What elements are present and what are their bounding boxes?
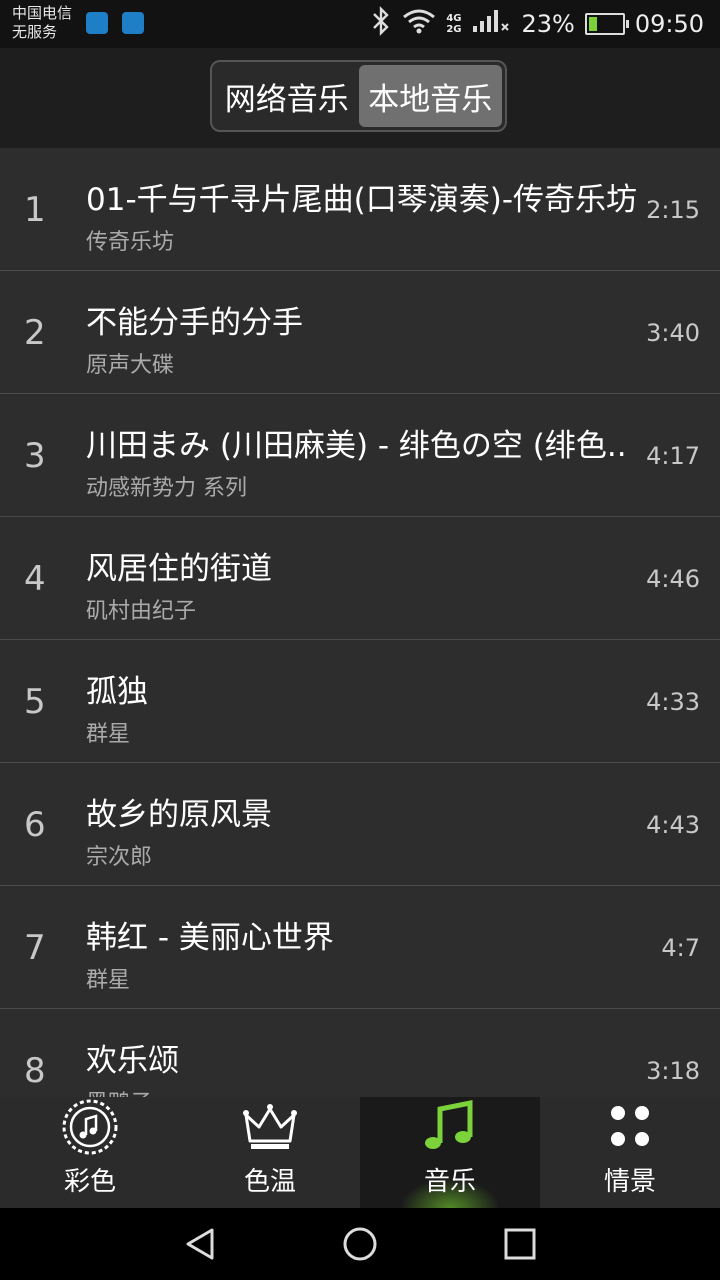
music-face-icon bbox=[62, 1099, 118, 1155]
battery-percent: 23% bbox=[521, 10, 575, 38]
song-index: 3 bbox=[24, 436, 46, 476]
song-duration: 4:33 bbox=[646, 688, 700, 716]
tab-color-temperature[interactable]: 色温 bbox=[180, 1097, 360, 1208]
tab-label: 色温 bbox=[243, 1167, 296, 1197]
tab-color[interactable]: 彩色 bbox=[0, 1097, 180, 1208]
usb-icon bbox=[122, 12, 144, 34]
notification-app-icon bbox=[86, 12, 108, 34]
network-4g-label: 4G bbox=[446, 13, 462, 24]
song-index: 8 bbox=[24, 1051, 46, 1091]
song-artist: 原声大碟 bbox=[86, 353, 175, 378]
battery-icon bbox=[584, 13, 629, 35]
crown-icon bbox=[243, 1104, 297, 1149]
system-nav-bar bbox=[0, 1208, 720, 1280]
recents-icon[interactable] bbox=[502, 1226, 538, 1262]
status-bar: 中国电信 无服务 4G 2G 23% 09:50 bbox=[0, 0, 720, 48]
song-artist: 群星 bbox=[86, 722, 131, 747]
header: 网络音乐 本地音乐 bbox=[0, 48, 720, 148]
wifi-icon bbox=[402, 8, 436, 40]
song-duration: 4:7 bbox=[661, 934, 700, 962]
tab-local-music[interactable]: 本地音乐 bbox=[358, 65, 502, 127]
song-index: 5 bbox=[24, 682, 46, 722]
song-index: 2 bbox=[24, 313, 46, 353]
song-title: 韩红 - 美丽心世界 bbox=[86, 920, 334, 956]
song-artist: 矶村由纪子 bbox=[86, 599, 197, 624]
song-duration: 4:46 bbox=[646, 565, 700, 593]
song-list[interactable]: 1 01-千与千寻片尾曲(口琴演奏)-传奇乐坊 传奇乐坊 2:15 2 不能分手… bbox=[0, 148, 720, 1097]
song-artist: 动感新势力 系列 bbox=[86, 476, 247, 501]
song-duration: 4:43 bbox=[646, 811, 700, 839]
song-index: 6 bbox=[24, 805, 46, 845]
service-status: 无服务 bbox=[12, 23, 58, 41]
song-row[interactable]: 8 欢乐颂 黑鸭子 3:18 bbox=[0, 1009, 720, 1097]
tab-online-music[interactable]: 网络音乐 bbox=[215, 65, 359, 127]
song-artist: 黑鸭子 bbox=[86, 1085, 152, 1097]
music-source-toggle: 网络音乐 本地音乐 bbox=[210, 60, 507, 132]
tab-label: 音乐 bbox=[423, 1167, 476, 1197]
song-row[interactable]: 5 孤独 群星 4:33 bbox=[0, 640, 720, 763]
song-row[interactable]: 7 韩红 - 美丽心世界 群星 4:7 bbox=[0, 886, 720, 1009]
song-duration: 3:40 bbox=[646, 319, 700, 347]
song-duration: 2:15 bbox=[646, 196, 700, 224]
song-duration: 4:17 bbox=[646, 442, 700, 470]
song-title: 故乡的原风景 bbox=[86, 797, 272, 833]
tab-label: 情景 bbox=[603, 1167, 656, 1197]
song-title: 孤独 bbox=[86, 674, 148, 710]
song-title: 01-千与千寻片尾曲(口琴演奏)-传奇乐坊 bbox=[86, 182, 638, 218]
song-row[interactable]: 6 故乡的原风景 宗次郎 4:43 bbox=[0, 763, 720, 886]
network-2g-label: 2G bbox=[446, 24, 462, 35]
song-title: 风居住的街道 bbox=[86, 551, 272, 587]
song-row[interactable]: 3 川田まみ (川田麻美) - 绯色の空 (绯色.. 动感新势力 系列 4:17 bbox=[0, 394, 720, 517]
song-artist: 传奇乐坊 bbox=[86, 230, 175, 255]
tab-scene[interactable]: 情景 bbox=[540, 1097, 720, 1208]
song-index: 7 bbox=[24, 928, 46, 968]
signal-icon bbox=[471, 8, 511, 40]
song-row[interactable]: 1 01-千与千寻片尾曲(口琴演奏)-传奇乐坊 传奇乐坊 2:15 bbox=[0, 148, 720, 271]
song-artist: 宗次郎 bbox=[86, 845, 153, 870]
four-dots-icon bbox=[611, 1106, 649, 1146]
carrier-info: 中国电信 无服务 bbox=[12, 4, 72, 42]
song-title: 川田まみ (川田麻美) - 绯色の空 (绯色.. bbox=[86, 428, 627, 464]
song-title: 不能分手的分手 bbox=[86, 305, 303, 341]
song-title: 欢乐颂 bbox=[86, 1043, 179, 1079]
home-icon[interactable] bbox=[342, 1226, 378, 1262]
bluetooth-icon bbox=[370, 6, 392, 42]
music-note-icon bbox=[425, 1099, 473, 1149]
clock: 09:50 bbox=[634, 10, 704, 38]
bottom-tab-bar: 彩色 色温 音乐 情景 bbox=[0, 1097, 720, 1208]
song-row[interactable]: 2 不能分手的分手 原声大碟 3:40 bbox=[0, 271, 720, 394]
song-duration: 3:18 bbox=[646, 1057, 700, 1085]
carrier-name: 中国电信 bbox=[12, 4, 73, 22]
tab-label: 彩色 bbox=[63, 1167, 116, 1197]
song-index: 1 bbox=[24, 190, 46, 230]
tab-music[interactable]: 音乐 bbox=[360, 1097, 540, 1208]
song-index: 4 bbox=[24, 559, 46, 599]
back-icon[interactable] bbox=[182, 1226, 218, 1262]
network-type: 4G 2G bbox=[446, 13, 461, 35]
song-row[interactable]: 4 风居住的街道 矶村由纪子 4:46 bbox=[0, 517, 720, 640]
song-artist: 群星 bbox=[86, 968, 131, 993]
